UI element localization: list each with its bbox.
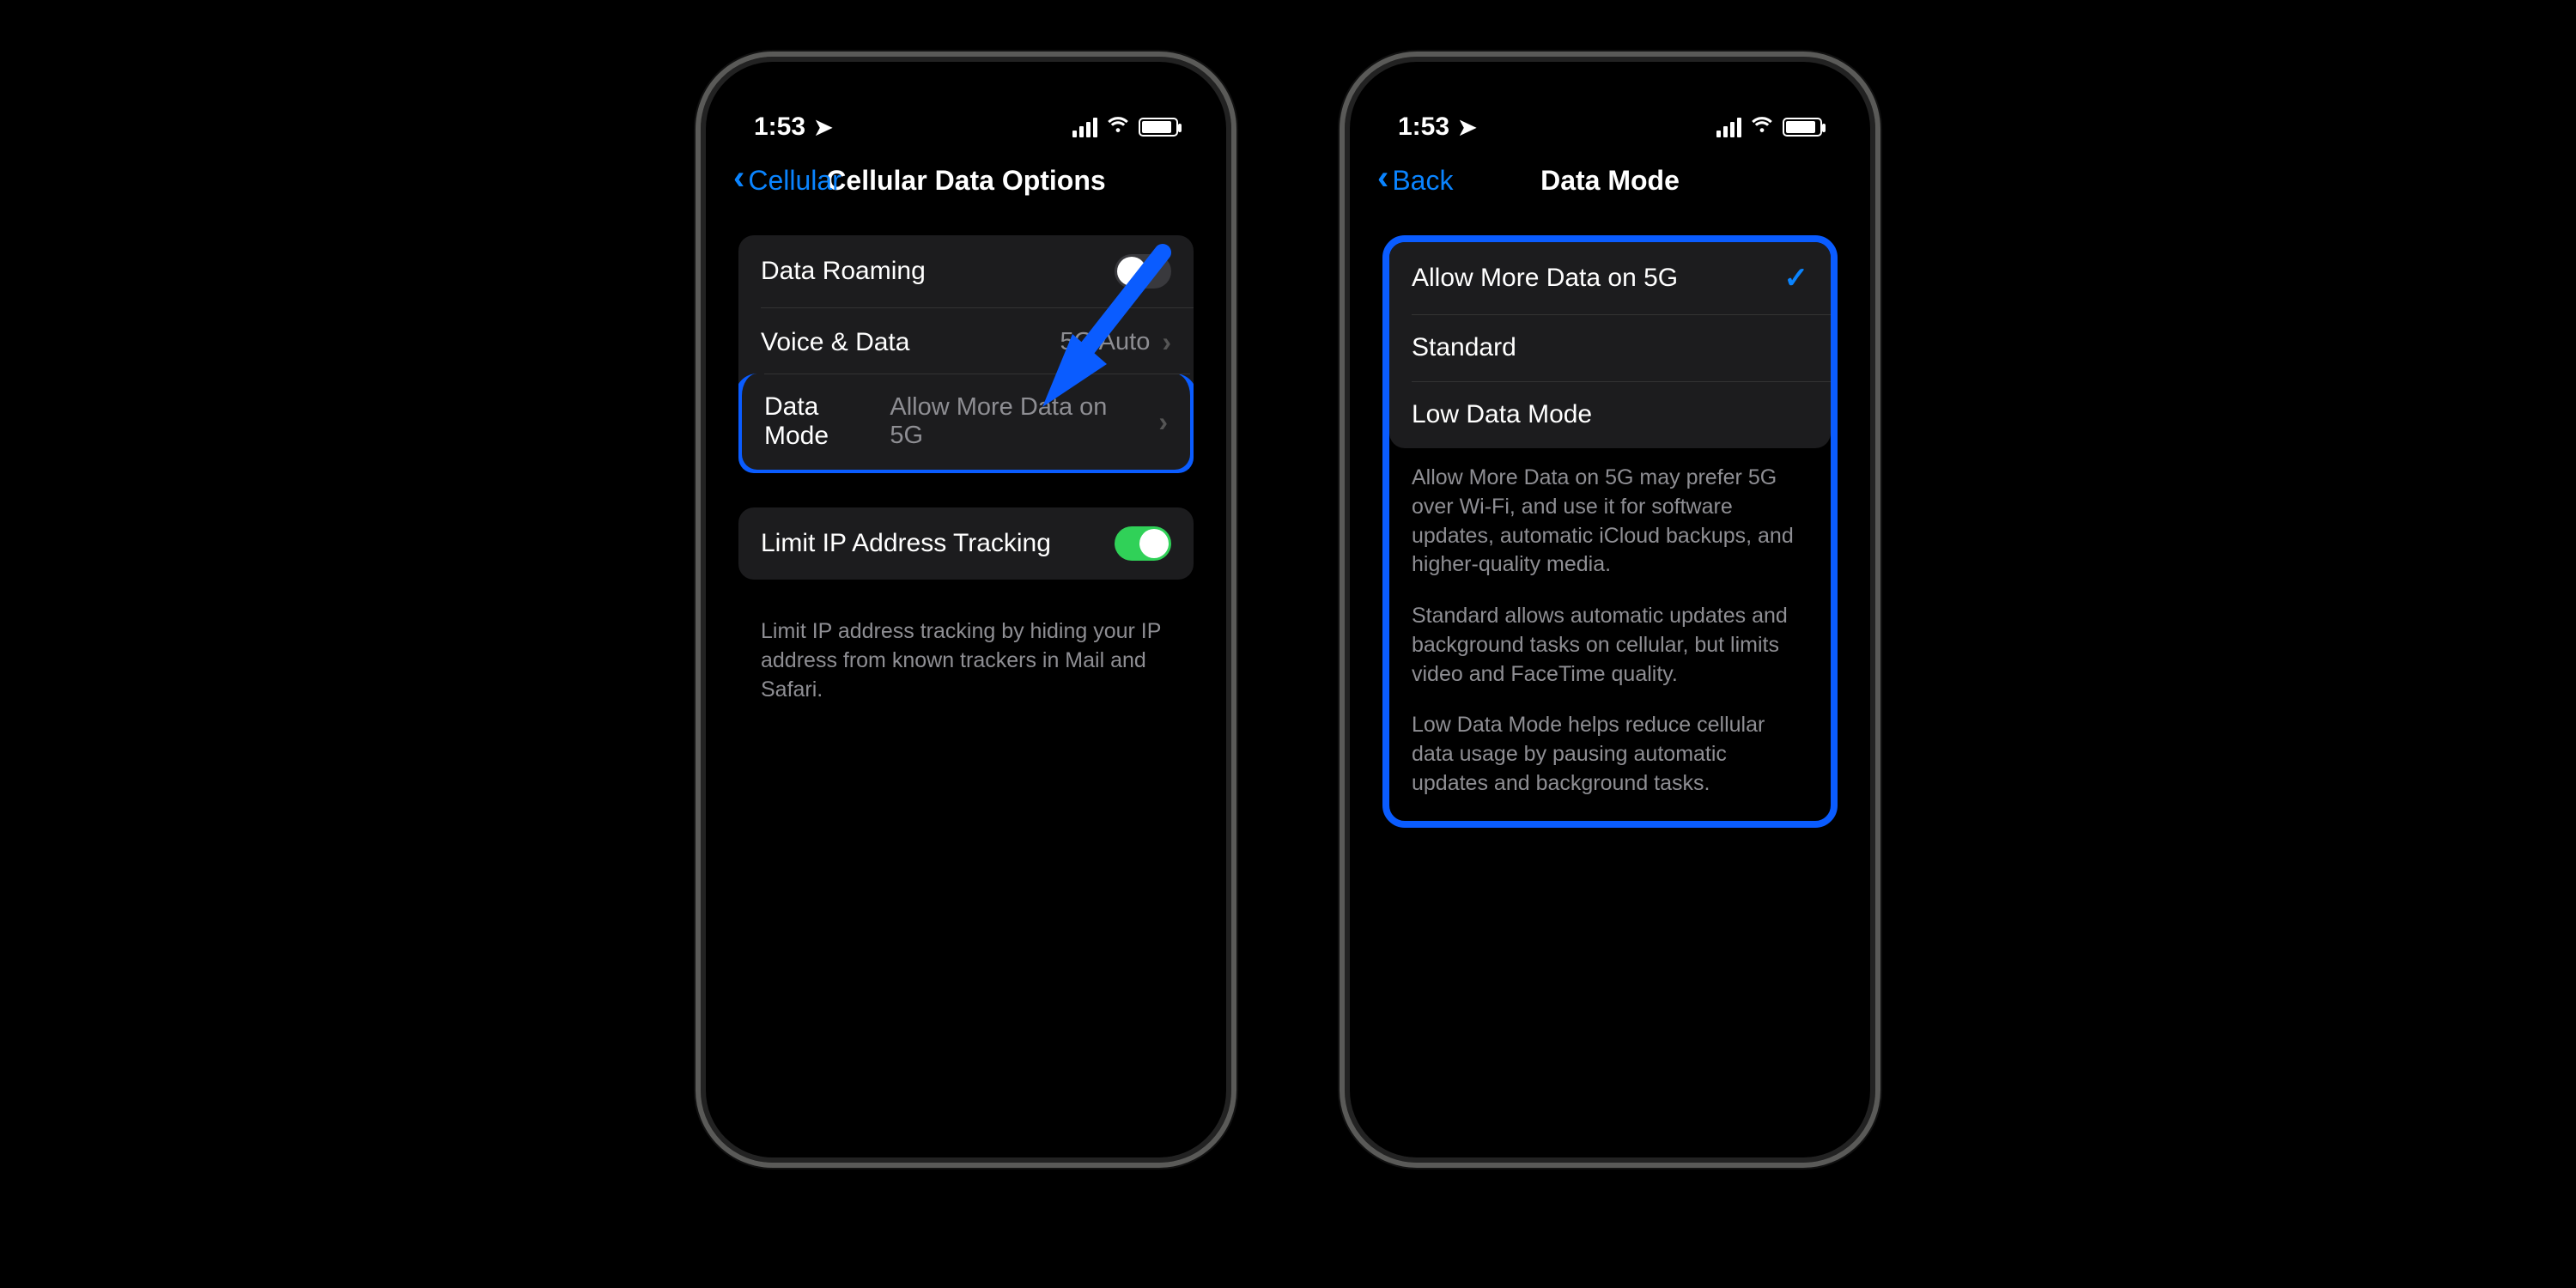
chevron-right-icon: ›: [1162, 326, 1171, 358]
wifi-icon: [1750, 114, 1774, 141]
chevron-right-icon: ›: [1158, 406, 1168, 438]
back-label: Cellular: [748, 165, 841, 197]
status-time: 1:53: [754, 112, 805, 142]
status-bar: 1:53 ➤: [716, 72, 1216, 149]
toggle-limit-ip-tracking[interactable]: [1115, 526, 1171, 561]
back-button[interactable]: ‹ Cellular: [733, 165, 841, 197]
volume-up-button: [1340, 366, 1341, 460]
battery-icon: [1783, 118, 1822, 137]
battery-icon: [1139, 118, 1178, 137]
settings-group-cellular: Data Roaming Voice & Data 5G Auto › Data…: [738, 235, 1194, 473]
mute-switch: [696, 280, 697, 331]
chevron-left-icon: ‹: [1377, 166, 1388, 195]
footer-text: Limit IP address tracking by hiding your…: [738, 614, 1194, 704]
power-button: [1235, 392, 1236, 538]
checkmark-icon: ✓: [1784, 261, 1809, 295]
location-icon: ➤: [1458, 114, 1477, 141]
screen-cellular-data-options: 1:53 ➤ ‹ Cellular Cellular Data Options: [716, 72, 1216, 1147]
highlight-box: Allow More Data on 5G ✓ Standard Low Dat…: [1382, 235, 1838, 828]
settings-group-tracking: Limit IP Address Tracking: [738, 507, 1194, 580]
row-limit-ip-tracking[interactable]: Limit IP Address Tracking: [738, 507, 1194, 580]
cellular-signal-icon: [1072, 118, 1097, 137]
toggle-data-roaming[interactable]: [1115, 254, 1171, 289]
option-label: Low Data Mode: [1412, 400, 1592, 429]
volume-down-button: [1340, 486, 1341, 580]
phone-left: 1:53 ➤ ‹ Cellular Cellular Data Options: [696, 52, 1236, 1168]
nav-header: ‹ Cellular Cellular Data Options: [716, 149, 1216, 210]
back-button[interactable]: ‹ Back: [1377, 165, 1453, 197]
volume-down-button: [696, 486, 697, 580]
status-time: 1:53: [1398, 112, 1449, 142]
status-bar: 1:53 ➤: [1360, 72, 1860, 149]
row-label: Limit IP Address Tracking: [761, 529, 1051, 558]
row-label: Data Roaming: [761, 257, 926, 286]
volume-up-button: [696, 366, 697, 460]
option-low-data-mode[interactable]: Low Data Mode: [1389, 381, 1831, 448]
power-button: [1879, 392, 1880, 538]
option-label: Standard: [1412, 333, 1516, 362]
settings-group-data-mode: Allow More Data on 5G ✓ Standard Low Dat…: [1389, 242, 1831, 448]
wifi-icon: [1106, 114, 1130, 141]
option-allow-more-5g[interactable]: Allow More Data on 5G ✓: [1389, 242, 1831, 314]
back-label: Back: [1392, 165, 1453, 197]
mute-switch: [1340, 280, 1341, 331]
option-standard[interactable]: Standard: [1389, 314, 1831, 381]
row-label: Data Mode: [764, 392, 890, 451]
option-label: Allow More Data on 5G: [1412, 264, 1678, 293]
cellular-signal-icon: [1716, 118, 1741, 137]
row-data-mode[interactable]: Data Mode Allow More Data on 5G ›: [738, 374, 1194, 473]
footer-text: Allow More Data on 5G may prefer 5G over…: [1389, 448, 1831, 799]
chevron-left-icon: ‹: [733, 166, 744, 195]
row-value: Allow More Data on 5G: [890, 393, 1146, 450]
row-voice-data[interactable]: Voice & Data 5G Auto ›: [738, 307, 1194, 377]
row-data-roaming[interactable]: Data Roaming: [738, 235, 1194, 307]
row-value: 5G Auto: [1060, 328, 1151, 356]
screen-data-mode: 1:53 ➤ ‹ Back Data Mode All: [1360, 72, 1860, 1147]
phone-right: 1:53 ➤ ‹ Back Data Mode All: [1340, 52, 1880, 1168]
row-label: Voice & Data: [761, 328, 909, 357]
nav-header: ‹ Back Data Mode: [1360, 149, 1860, 210]
location-icon: ➤: [814, 114, 833, 141]
